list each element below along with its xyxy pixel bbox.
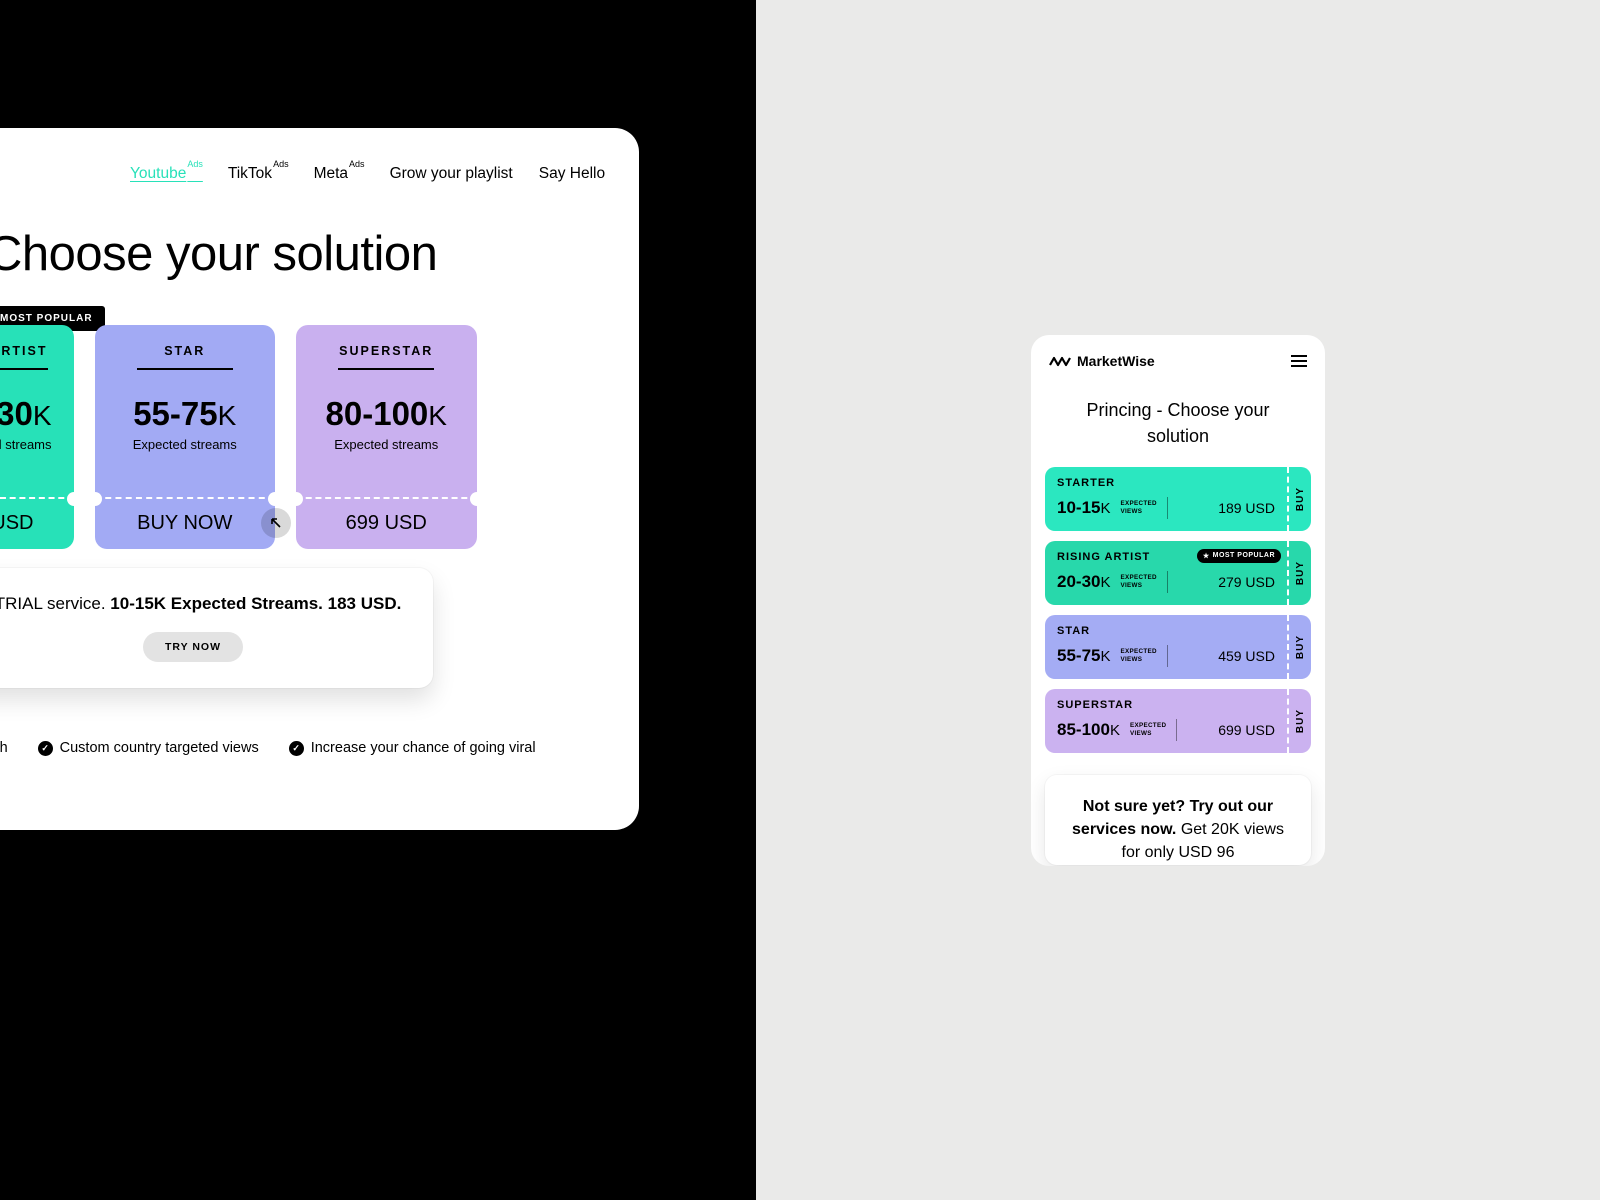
plan-views: 80-100K	[296, 395, 477, 433]
mobile-plan-card[interactable]: MOST POPULARRISING ARTIST20-30KEXPECTEDV…	[1045, 541, 1311, 605]
nav-youtube-label: Youtube	[130, 165, 186, 182]
plan-price: 459 USD	[1218, 648, 1275, 664]
trial-text: r TRIAL service. 10-15K Expected Streams…	[0, 594, 403, 614]
buy-button[interactable]: BUY	[1287, 689, 1311, 753]
nav-meta-label: Meta	[314, 165, 348, 182]
feature-partial: owth	[0, 740, 8, 756]
cursor-icon	[261, 508, 291, 538]
check-icon	[38, 741, 53, 756]
plan-name: SUPERSTAR	[1057, 699, 1275, 711]
ads-sup: Ads	[187, 159, 203, 169]
feature-text: Increase your chance of going viral	[311, 740, 536, 756]
plan-price: 279 USD	[1218, 574, 1275, 590]
trial-callout: r TRIAL service. 10-15K Expected Streams…	[0, 568, 433, 688]
nav-tiktok-label: TikTok	[228, 165, 272, 182]
nav-hello[interactable]: Say Hello	[539, 165, 605, 183]
plan-views: 85-100K	[1057, 720, 1120, 740]
expected-label: EXPECTEDVIEWS	[1121, 574, 1157, 588]
ads-sup: Ads	[273, 159, 289, 169]
plan-card-rising[interactable]: SING ARTIST 0-30K xpected streams 279 US…	[0, 325, 74, 549]
brand-name: MarketWise	[1077, 353, 1155, 369]
plan-views: 20-30K	[1057, 572, 1111, 592]
nav-meta[interactable]: MetaAds	[314, 164, 364, 183]
expected-label: EXPECTEDVIEWS	[1121, 648, 1157, 662]
expected-label: EXPECTEDVIEWS	[1130, 722, 1166, 736]
logo-icon	[1049, 355, 1071, 367]
desktop-pricing-window: YoutubeAds TikTokAds MetaAds Grow your p…	[0, 128, 639, 830]
plan-name: SUPERSTAR	[296, 325, 477, 358]
plan-views: 55-75K	[95, 395, 276, 433]
page-title: Choose your solution	[0, 226, 437, 282]
plan-views: 55-75K	[1057, 646, 1111, 666]
try-now-button[interactable]: TRY NOW	[143, 632, 243, 662]
plan-name: STAR	[1057, 625, 1275, 637]
buy-button[interactable]: BUY	[1287, 467, 1311, 531]
main-nav: YoutubeAds TikTokAds MetaAds Grow your p…	[130, 164, 605, 183]
plan-name: STAR	[95, 325, 276, 358]
mobile-plan-card[interactable]: STAR 55-75K EXPECTEDVIEWS 459 USD BUY	[1045, 615, 1311, 679]
plan-price: 279 USD	[0, 512, 74, 535]
mobile-trial-callout: Not sure yet? Try out our services now. …	[1045, 775, 1311, 865]
brand-logo[interactable]: MarketWise	[1049, 353, 1155, 369]
expected-label: EXPECTEDVIEWS	[1121, 500, 1157, 514]
plan-views: 0-30K	[0, 395, 74, 433]
plan-price: 699 USD	[296, 512, 477, 535]
most-popular-pill: MOST POPULAR	[1197, 549, 1281, 563]
buy-button[interactable]: BUY	[1287, 615, 1311, 679]
mobile-title: Princing - Choose your solution	[1031, 369, 1325, 449]
mobile-plan-list: STARTER10-15KEXPECTEDVIEWS189 USDBUYMOST…	[1031, 449, 1325, 753]
ads-sup: Ads	[349, 159, 365, 169]
feature-text: Custom country targeted views	[60, 740, 259, 756]
feature-row: owth Custom country targeted views Incre…	[0, 740, 536, 756]
plan-views: 10-15K	[1057, 498, 1111, 518]
plan-name: SING ARTIST	[0, 325, 74, 358]
buy-button[interactable]: BUY	[1287, 541, 1311, 605]
plan-price: 189 USD	[1218, 500, 1275, 516]
nav-grow[interactable]: Grow your playlist	[390, 165, 513, 183]
plan-sub: xpected streams	[0, 437, 74, 452]
nav-tiktok[interactable]: TikTokAds	[228, 164, 288, 183]
mobile-pricing-screen: MarketWise Princing - Choose your soluti…	[1031, 335, 1325, 866]
plan-price: 699 USD	[1218, 722, 1275, 738]
plan-card-star[interactable]: STAR 55-75K Expected streams BUY NOW	[95, 325, 276, 549]
plan-cards-row: SING ARTIST 0-30K xpected streams 279 US…	[0, 325, 477, 549]
plan-sub: Expected streams	[296, 437, 477, 452]
plan-sub: Expected streams	[95, 437, 276, 452]
mobile-plan-card[interactable]: STARTER 10-15K EXPECTEDVIEWS 189 USD BUY	[1045, 467, 1311, 531]
plan-name: STARTER	[1057, 477, 1275, 489]
plan-card-superstar[interactable]: SUPERSTAR 80-100K Expected streams 699 U…	[296, 325, 477, 549]
menu-icon[interactable]	[1291, 355, 1307, 367]
nav-youtube[interactable]: YoutubeAds	[130, 164, 202, 183]
check-icon	[289, 741, 304, 756]
mobile-plan-card[interactable]: SUPERSTAR 85-100K EXPECTEDVIEWS 699 USD BUY	[1045, 689, 1311, 753]
buy-now-label[interactable]: BUY NOW	[95, 512, 276, 535]
